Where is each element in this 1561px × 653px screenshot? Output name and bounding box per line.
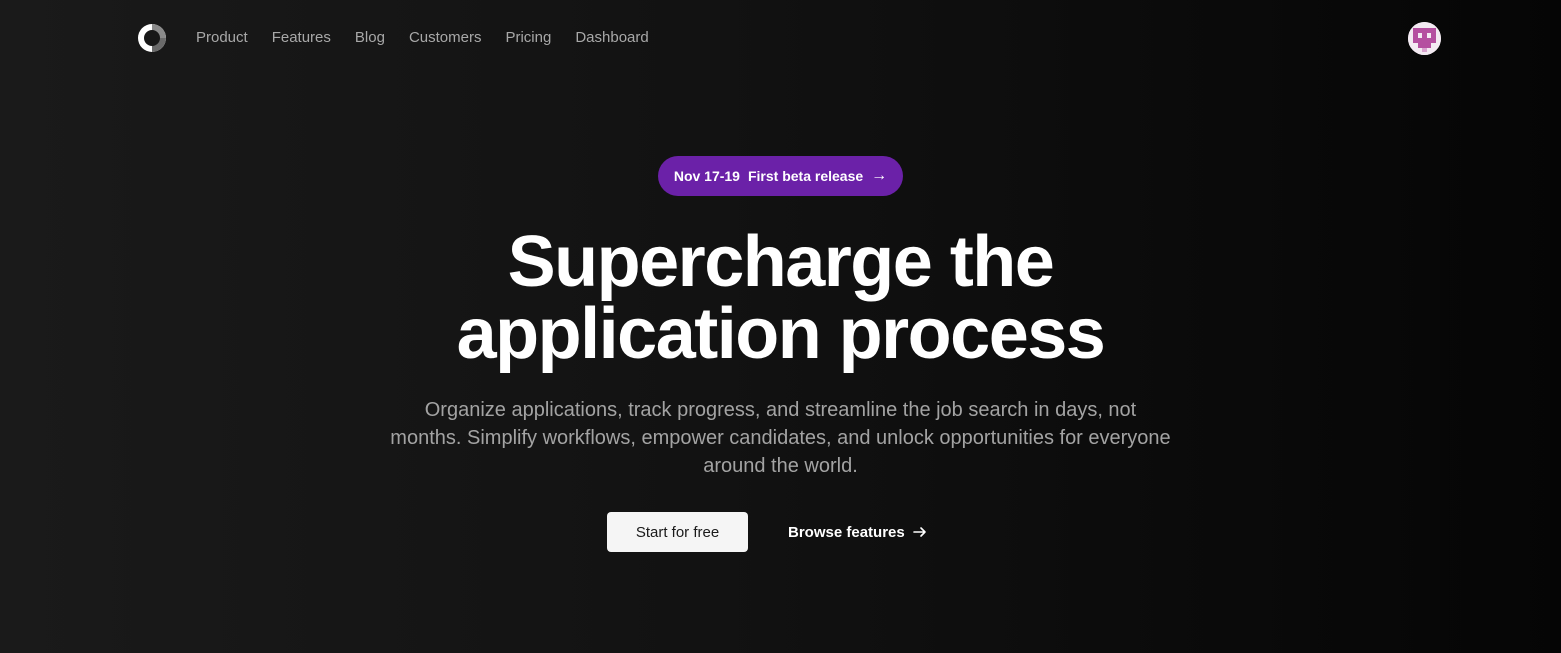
top-nav: Product Features Blog Customers Pricing … (0, 0, 1561, 76)
landing-page: Product Features Blog Customers Pricing … (0, 0, 1561, 653)
browse-features-label: Browse features (788, 523, 905, 541)
nav-link-features[interactable]: Features (272, 28, 331, 48)
nav-link-product[interactable]: Product (196, 28, 248, 48)
nav-link-customers[interactable]: Customers (409, 28, 482, 48)
headline-line-2: application process (456, 294, 1106, 374)
hero-subtext: Organize applications, track progress, a… (390, 399, 1171, 477)
start-for-free-button[interactable]: Start for free (607, 512, 748, 552)
pixel-avatar-icon[interactable] (1408, 22, 1441, 55)
nav-links: Product Features Blog Customers Pricing … (196, 28, 673, 48)
arrow-right-icon (912, 525, 927, 539)
badge-text: First beta release (747, 168, 864, 184)
nav-link-dashboard[interactable]: Dashboard (575, 28, 648, 48)
hero-headline: Supercharge the application process (0, 226, 1561, 370)
nav-link-pricing[interactable]: Pricing (505, 28, 551, 48)
nav-link-blog[interactable]: Blog (355, 28, 385, 48)
arrow-right-icon: → (871, 167, 888, 184)
badge-date: Nov 17-19 (673, 168, 740, 184)
headline-line-1: Supercharge the (507, 222, 1055, 302)
beta-release-badge[interactable]: Nov 17-19 First beta release → (658, 156, 903, 196)
browse-features-button[interactable]: Browse features (778, 512, 937, 552)
ring-logo-icon[interactable] (137, 23, 167, 53)
